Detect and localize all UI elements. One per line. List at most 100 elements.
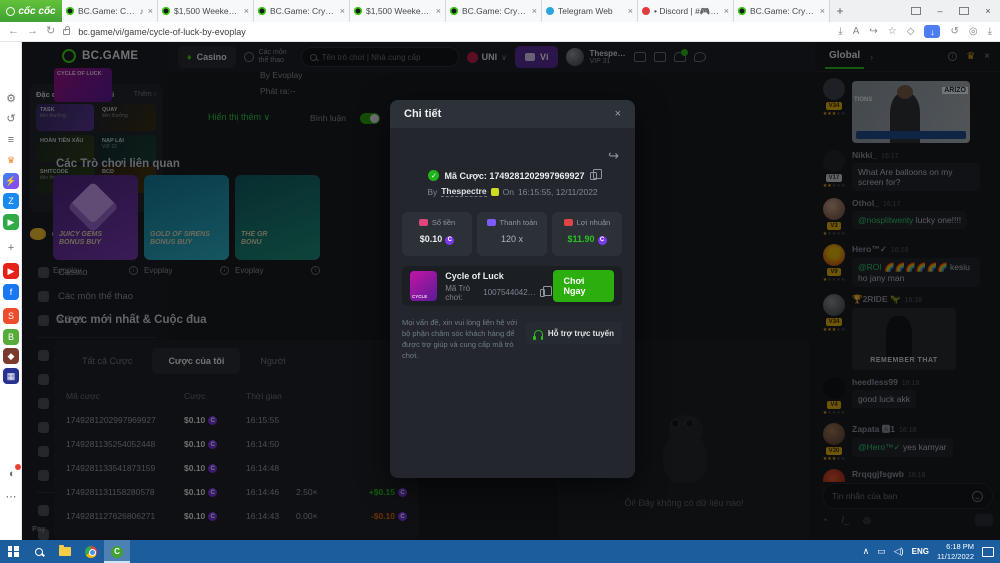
youtube-icon[interactable]: ▶ xyxy=(3,263,19,279)
coin-icon xyxy=(445,236,454,245)
amount-icon xyxy=(419,219,428,226)
live-support-button[interactable]: Hỗ trợ trực tuyến xyxy=(526,322,622,344)
coccoc-taskbar-icon[interactable]: C xyxy=(104,540,130,563)
new-tab-button[interactable]: + xyxy=(830,0,850,22)
add-shortcut-icon[interactable]: + xyxy=(3,240,19,256)
bet-player-line: By Thespectre On 16:15:55, 12/11/2022 xyxy=(390,186,635,197)
adblock-shield-icon[interactable]: ◇ xyxy=(907,27,915,37)
lock-icon[interactable] xyxy=(63,29,70,35)
downloads-tray-icon[interactable]: ⤓ xyxy=(988,27,992,37)
network-icon[interactable]: ▭ xyxy=(877,546,886,557)
tab-close-icon[interactable]: × xyxy=(532,6,537,16)
profit-icon xyxy=(564,219,573,226)
tab-close-icon[interactable]: × xyxy=(436,6,441,16)
action-center-icon[interactable] xyxy=(982,547,994,557)
bcgame-favicon xyxy=(354,7,362,15)
share-icon[interactable]: ↪ xyxy=(869,27,877,37)
messenger-icon[interactable]: ⚡ xyxy=(3,173,19,189)
address-bar-actions: ⤓ A ↪ ☆ ◇ ↓ ↺ ◎ ⤓ xyxy=(838,25,992,38)
address-bar: ← → ↻ bc.game/vi/game/cycle-of-luck-by-e… xyxy=(0,22,1000,42)
tab-bcgame-3[interactable]: BC.Game: Crypto Ca × xyxy=(446,0,542,22)
tab-close-icon[interactable]: × xyxy=(724,6,729,16)
crown-rewards-icon[interactable]: ♛ xyxy=(3,152,19,168)
modal-title: Chi tiết xyxy=(404,108,615,120)
clock[interactable]: 6:18 PM 11/12/2022 xyxy=(937,542,974,561)
game-thumbnail[interactable]: CYCLE xyxy=(410,271,437,301)
player-link[interactable]: Thespectre xyxy=(441,186,486,197)
tab-close-icon[interactable]: × xyxy=(244,6,249,16)
coccoc-logo[interactable]: cốc cốc xyxy=(0,0,62,22)
coccoc-brand-text: cốc cốc xyxy=(18,6,55,17)
chrome-taskbar-icon[interactable] xyxy=(78,540,104,563)
tab-audio-icon[interactable]: ♪ xyxy=(139,6,143,16)
unread-dot xyxy=(15,464,21,470)
browser-tab-bar: cốc cốc BC.Game: Crypt ♪ × $1,500 Weeken… xyxy=(0,0,1000,22)
screen: cốc cốc BC.Game: Crypt ♪ × $1,500 Weeken… xyxy=(0,0,1000,563)
shopee-icon[interactable]: S xyxy=(3,308,19,324)
game-name: Cycle of Luck xyxy=(445,271,545,281)
pinned-site-icon[interactable]: ▦ xyxy=(3,368,19,384)
tray-expand-icon[interactable]: ∧ xyxy=(863,546,870,557)
tab-close-icon[interactable]: × xyxy=(340,6,345,16)
modal-game-row: CYCLE Cycle of Luck Mã Trò chơi: 1007544… xyxy=(402,266,622,306)
tab-close-icon[interactable]: × xyxy=(628,6,633,16)
game-id-value: 1007544042… xyxy=(483,288,536,297)
bcgame-page: BC.GAME Đặc quyền VIP của tôi Thêm › TAS… xyxy=(22,42,1000,540)
profile-icon[interactable]: ◎ xyxy=(969,27,978,37)
save-page-icon[interactable]: ⤓ xyxy=(838,27,842,37)
tab-discord[interactable]: • Discord | #🎮gam × xyxy=(638,0,734,22)
tab-weekend-2[interactable]: $1,500 Weekend Ev × xyxy=(350,0,446,22)
more-menu-icon[interactable]: ⋯ xyxy=(3,488,19,504)
volume-icon[interactable]: ◁) xyxy=(894,546,904,557)
share-arrow-icon[interactable]: ↪ xyxy=(608,148,619,164)
start-button[interactable] xyxy=(0,540,26,563)
payout-icon xyxy=(487,219,496,226)
bet-details-modal: Chi tiết × ↪ Mã Cược: 174928120299796992… xyxy=(390,100,635,478)
translate-icon[interactable]: A xyxy=(853,27,860,37)
tab-weekend-1[interactable]: $1,500 Weekend Ev × xyxy=(158,0,254,22)
tab-telegram[interactable]: Telegram Web × xyxy=(542,0,638,22)
verified-shield-icon xyxy=(428,170,439,181)
settings-gear-icon[interactable]: ⚙ xyxy=(3,90,19,106)
download-manager-button[interactable]: ↓ xyxy=(924,25,940,38)
close-window-button[interactable]: × xyxy=(976,6,1000,16)
coccoc-side-rail: ⚙ ↺ ≡ ♛ ⚡ Z ▶ + ▶ f S B ◆ ▦ ◖ ⋯ xyxy=(0,42,22,540)
url-text[interactable]: bc.game/vi/game/cycle-of-luck-by-evoplay xyxy=(78,27,246,37)
history-icon[interactable]: ↺ xyxy=(3,110,19,126)
tab-close-icon[interactable]: × xyxy=(148,6,153,16)
shop-icon[interactable]: B xyxy=(3,329,19,345)
bcgame-favicon xyxy=(738,7,746,15)
minimize-button[interactable]: – xyxy=(928,6,952,16)
play-now-button[interactable]: Chơi Ngay xyxy=(553,270,614,302)
support-note: Mọi vấn đề, xin vui lòng liên hệ với bộ … xyxy=(402,318,518,362)
bcgame-favicon xyxy=(66,7,74,15)
tab-close-icon[interactable]: × xyxy=(820,6,825,16)
tab-bcgame-4[interactable]: BC.Game: Crypto Ca × xyxy=(734,0,830,22)
hat-bookmark-icon[interactable]: ◆ xyxy=(3,348,19,364)
copy-icon[interactable] xyxy=(590,172,597,180)
telegram-favicon xyxy=(546,7,554,15)
bookmark-star-icon[interactable]: ☆ xyxy=(888,27,897,37)
tab-bcgame-2[interactable]: BC.Game: Crypto Ca × xyxy=(254,0,350,22)
sync-icon[interactable]: ↺ xyxy=(950,27,958,37)
copy-icon[interactable] xyxy=(540,289,546,297)
feed-icon[interactable]: ≡ xyxy=(3,132,19,148)
tab-search-icon[interactable] xyxy=(911,7,921,15)
tab-bcgame-1[interactable]: BC.Game: Crypt ♪ × xyxy=(62,0,158,22)
modal-close-icon[interactable]: × xyxy=(615,108,621,120)
file-explorer-icon[interactable] xyxy=(52,540,78,563)
bcgame-favicon xyxy=(258,7,266,15)
gamepad-icon[interactable]: ▶ xyxy=(3,214,19,230)
taskbar-search-icon[interactable] xyxy=(26,540,52,563)
window-controls: – × xyxy=(904,0,1000,22)
reload-icon[interactable]: ↻ xyxy=(46,26,55,37)
back-icon[interactable]: ← xyxy=(8,26,19,37)
forward-icon[interactable]: → xyxy=(27,26,38,37)
maximize-button[interactable] xyxy=(959,7,969,15)
zalo-icon[interactable]: Z xyxy=(3,193,19,209)
bet-datetime: 16:15:55, 12/11/2022 xyxy=(518,187,598,197)
bcgame-favicon xyxy=(162,7,170,15)
language-indicator[interactable]: ENG xyxy=(912,547,929,556)
notification-bell-icon[interactable]: ◖ xyxy=(3,466,19,482)
facebook-icon[interactable]: f xyxy=(3,284,19,300)
